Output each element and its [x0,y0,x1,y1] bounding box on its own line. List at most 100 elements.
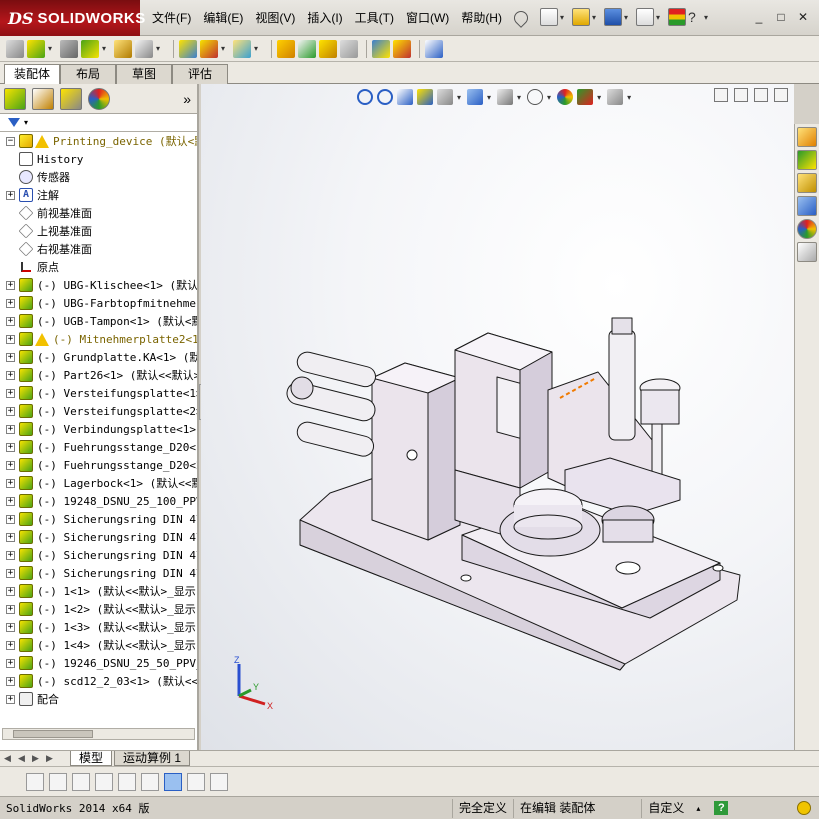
collapse-node-icon[interactable]: − [6,136,15,146]
expand-node-icon[interactable]: + [6,496,15,506]
expand-node-icon[interactable]: + [6,298,15,308]
tree-item[interactable]: + (-) Mitnehmerplatte2<1> [0,330,197,348]
tree-item[interactable]: + A 注解 [0,186,197,204]
tree-item[interactable]: 传感器 [0,168,197,186]
tree-item[interactable]: + (-) Verbindungsplatte<1> [0,420,197,438]
status-pin-icon[interactable] [797,801,811,815]
expand-node-icon[interactable]: + [6,586,15,596]
tree-item[interactable]: History [0,150,197,168]
new-motion-study-icon[interactable] [277,39,295,58]
open-icon[interactable] [572,8,590,26]
tree-item[interactable]: + (-) UGB-Tampon<1> (默认<默 [0,312,197,330]
graphics-area[interactable]: ▾ ▾ ▾ ▾ ▾ ▾ Z Y X [201,84,794,750]
next-tab-icon[interactable]: ▶ [32,753,46,764]
tree-item[interactable]: + (-) Sicherungsring DIN 472 [0,546,197,564]
reference-geometry-icon[interactable] [233,39,251,58]
exploded-view-icon[interactable] [319,39,337,58]
quick-tips-icon[interactable]: ? [714,801,729,815]
pin-menu-icon[interactable] [511,8,531,28]
guide-block-hole[interactable] [406,449,418,461]
pattern-dropdown-icon[interactable]: ▾ [102,44,110,53]
solidworks-resources-icon[interactable] [797,127,817,147]
base-hole[interactable] [615,561,641,575]
features-dropdown-icon[interactable]: ▾ [221,44,229,53]
insert-dropdown-icon[interactable]: ▾ [48,44,56,53]
tree-filter[interactable]: ▾ [0,114,197,132]
help-dropdown-icon[interactable]: ▾ [704,13,712,22]
menu-view[interactable]: 视图(V) [249,9,301,27]
expand-node-icon[interactable]: + [6,640,15,650]
units-dropdown-icon[interactable]: ▴ [690,799,706,818]
tree-item[interactable]: + 配合 [0,690,197,708]
assembly-features-icon[interactable] [200,39,218,58]
property-manager-icon[interactable] [32,87,54,110]
last-tab-icon[interactable]: ▶ [46,753,60,764]
tree-item[interactable]: − Printing_device (默认<默认 [0,132,197,150]
view-icon-4[interactable] [95,772,113,791]
display-manager-icon[interactable] [88,87,110,110]
first-tab-icon[interactable]: ◀ [4,753,18,764]
show-hidden-icon[interactable] [179,39,197,58]
minimize-button[interactable]: _ [749,8,769,26]
base-hole-front[interactable] [712,564,724,572]
instant3d-icon[interactable] [425,39,443,58]
tree-item[interactable]: + (-) Versteifungsplatte<2> [0,402,197,420]
tab-evaluate[interactable]: 评估 [172,64,228,84]
tab-nav-arrows[interactable]: ◀ ◀ ▶ ▶ [4,753,60,764]
explode-line-sketch-icon[interactable] [340,39,358,58]
expand-node-icon[interactable]: + [6,460,15,470]
custom-properties-icon[interactable] [797,242,817,262]
linear-pattern-icon[interactable] [81,39,99,58]
tree-item[interactable]: + (-) 19246_DSNU_25_50_PPV_A [0,654,197,672]
small-cylinder-body[interactable] [640,389,680,425]
expand-node-icon[interactable]: + [6,442,15,452]
print-dropdown-icon[interactable]: ▾ [656,13,664,22]
mate-icon[interactable] [60,39,78,58]
single-viewport-icon[interactable] [187,772,205,791]
shaded-view-icon[interactable] [164,772,182,791]
tab-model[interactable]: 模型 [70,751,113,766]
view-icon-3[interactable] [72,772,90,791]
tab-assembly[interactable]: 装配体 [4,64,60,85]
tab-motion-study[interactable]: 运动算例 1 [114,751,191,766]
base-hole-rear[interactable] [460,574,472,582]
scrollbar-thumb[interactable] [13,730,93,738]
menu-insert[interactable]: 插入(I) [301,9,348,27]
close-button[interactable]: ✕ [793,8,813,26]
expand-node-icon[interactable]: + [6,622,15,632]
cylinder-cap[interactable] [611,317,633,335]
menu-file[interactable]: 文件(F) [146,9,197,27]
view-icon-1[interactable] [26,772,44,791]
expand-node-icon[interactable]: + [6,334,15,344]
print-icon[interactable] [636,8,654,26]
tree-item[interactable]: + (-) 1<4> (默认<<默认>_显示 [0,636,197,654]
tree-item[interactable]: + (-) Sicherungsring DIN 472 [0,528,197,546]
tree-item[interactable]: + (-) scd12_2_03<1> (默认<< [0,672,197,690]
tree-item[interactable]: + (-) Grundplatte.KA<1> (默 [0,348,197,366]
two-viewport-icon[interactable] [210,772,228,791]
insert-component-icon[interactable] [27,39,45,58]
design-library-icon[interactable] [797,150,817,170]
menu-edit[interactable]: 编辑(E) [197,9,249,27]
assembly-model[interactable] [201,84,794,750]
rod-end-cap[interactable] [290,376,314,400]
view-icon-5[interactable] [118,772,136,791]
tree-item[interactable]: + (-) Versteifungsplatte<1> [0,384,197,402]
configuration-manager-icon[interactable] [60,87,82,110]
restore-button[interactable]: □ [771,8,791,26]
expand-node-icon[interactable]: + [6,676,15,686]
interference-detection-icon[interactable] [372,39,390,58]
tab-sketch[interactable]: 草图 [116,64,172,84]
edit-component-icon[interactable] [6,39,24,58]
vertical-frame-side[interactable] [519,351,553,489]
expand-panel-icon[interactable]: » [183,91,191,107]
new-dropdown-icon[interactable]: ▾ [560,13,568,22]
expand-node-icon[interactable]: + [6,694,15,704]
expand-node-icon[interactable]: + [6,370,15,380]
move-dropdown-icon[interactable]: ▾ [156,44,164,53]
tree-item[interactable]: + (-) Fuehrungsstange_D20<1> [0,438,197,456]
filter-dropdown-icon[interactable]: ▾ [24,118,28,127]
solidworks-logo[interactable]: DS SOLIDWORKS [0,0,145,36]
tree-item[interactable]: + (-) Fuehrungsstange_D20<2> [0,456,197,474]
expand-node-icon[interactable]: + [6,316,15,326]
